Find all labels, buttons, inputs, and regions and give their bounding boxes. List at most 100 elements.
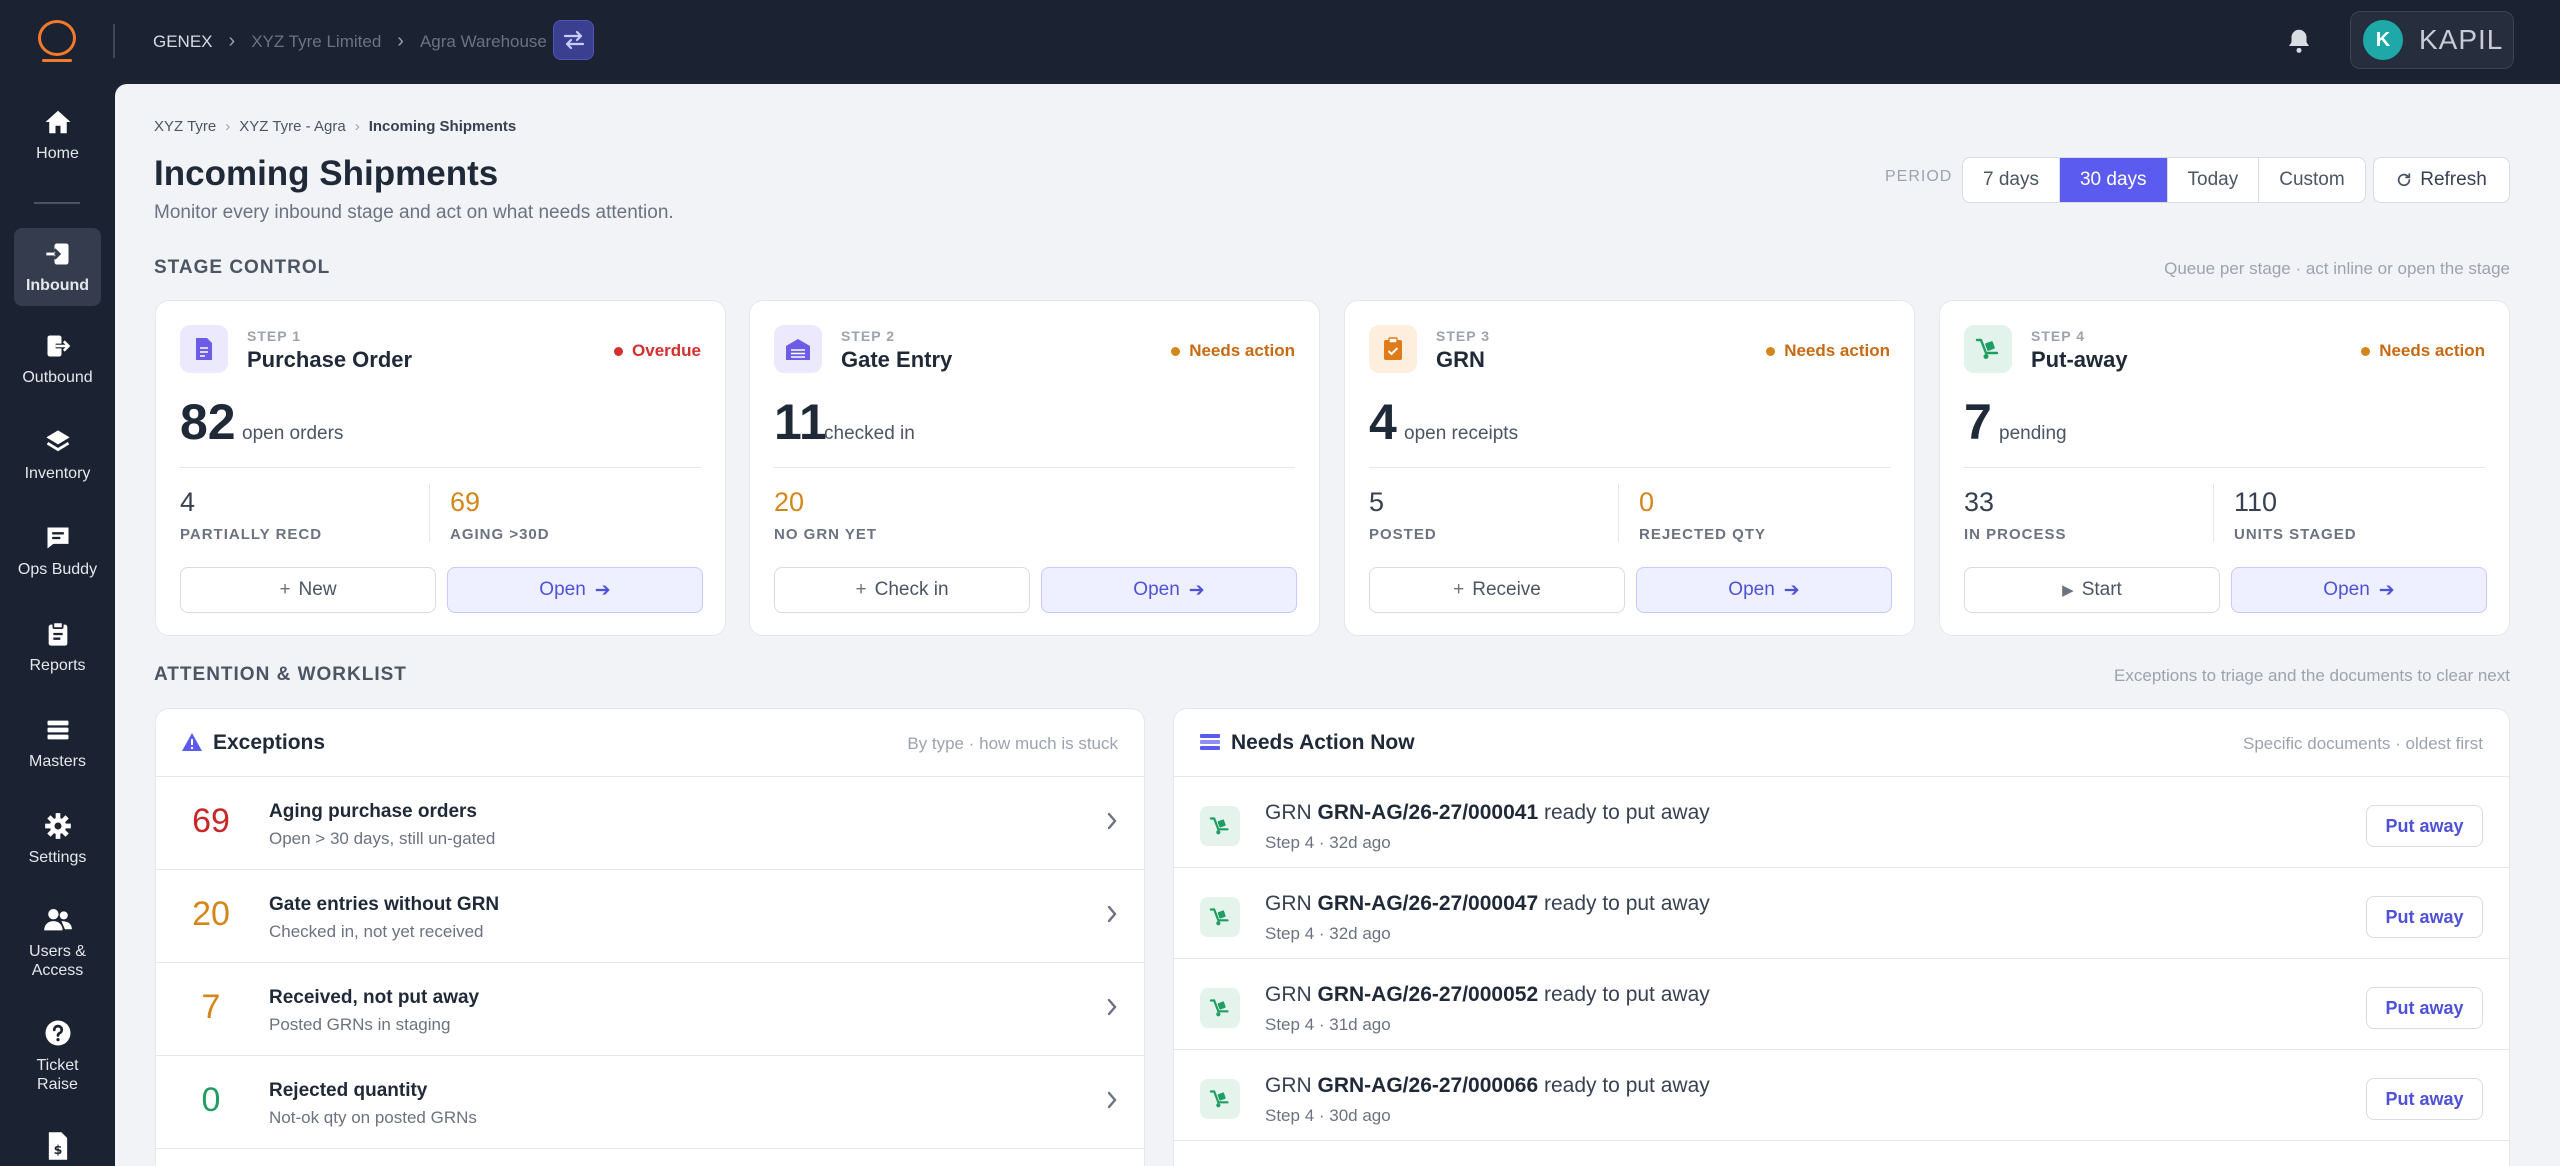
period-option-30-days[interactable]: 30 days [2059,158,2168,202]
action-row[interactable]: GRN GRN-AG/26-27/000066 ready to put awa… [1174,1050,2509,1141]
chevron-right-icon [1107,905,1117,923]
metric-aging: 69 AGING >30D [450,487,550,543]
action-meta: Step 4 · 30d ago [1265,1106,1391,1125]
period-label: PERIOD [1885,168,1953,185]
status-badge: Needs action [2361,341,2485,361]
needs-action-panel: Needs Action Now Specific documents · ol… [1173,708,2510,1166]
receive-button[interactable]: + Receive [1369,567,1625,613]
put-away-button[interactable]: Put away [2366,896,2483,938]
help-icon [45,1020,70,1046]
breadcrumb-item[interactable]: XYZ Tyre [154,118,216,135]
step-number: STEP 2 [841,328,895,344]
status-badge: Overdue [614,341,701,361]
task-list-icon [1200,734,1220,750]
sidebar-item-label: Users & Access [29,943,86,979]
status-badge: Needs action [1171,341,1295,361]
exception-row-aging-po[interactable]: 69 Aging purchase orders Open > 30 days,… [156,777,1144,870]
breadcrumb-item[interactable]: XYZ Tyre - Agra [239,118,345,135]
period-option-today[interactable]: Today [2168,158,2260,202]
refresh-button[interactable]: Refresh [2373,157,2510,203]
put-away-button[interactable]: Put away [2366,805,2483,847]
period-option-7-days[interactable]: 7 days [1963,158,2060,202]
sidebar-item-outbound[interactable]: Outbound [14,332,101,402]
open-gate-entry-button[interactable]: Open ➔ [1041,567,1297,613]
section-hint-stage-control: Queue per stage · act inline or open the… [2164,259,2510,278]
topbar-divider [113,24,115,58]
open-grn-button[interactable]: Open ➔ [1636,567,1892,613]
action-description: GRN GRN-AG/26-27/000041 ready to put awa… [1265,801,1710,824]
action-row[interactable]: GRN GRN-AG/26-27/000041 ready to put awa… [1174,777,2509,868]
action-description: GRN GRN-AG/26-27/000066 ready to put awa… [1265,1074,1710,1097]
exception-count: 0 [201,1081,221,1119]
sidebar-item-billing[interactable]: $ [14,1130,101,1166]
action-description: GRN GRN-AG/26-27/000047 ready to put awa… [1265,892,1710,915]
stage-name: Gate Entry [841,347,953,372]
document-number: GRN-AG/26-27/000041 [1317,801,1539,824]
exception-subtitle: Open > 30 days, still un-gated [269,829,496,848]
dolly-icon [1200,897,1240,937]
org-crumb-company[interactable]: GENEX [153,32,213,52]
sidebar-item-users-access[interactable]: Users & Access [14,906,101,994]
user-menu[interactable]: K KAPIL [2350,11,2514,69]
document-number: GRN-AG/26-27/000047 [1317,892,1539,915]
dolly-icon [1200,1079,1240,1119]
action-row[interactable]: GRN GRN-AG/26-27/000052 ready to put awa… [1174,959,2509,1050]
stage-count: 82 [180,394,236,450]
sidebar-item-ticket-raise[interactable]: Ticket Raise [14,1018,101,1106]
exception-row-not-put-away[interactable]: 7 Received, not put away Posted GRNs in … [156,963,1144,1056]
action-row[interactable]: GRN GRN-AG/26-27/000047 ready to put awa… [1174,868,2509,959]
exception-row-gate-without-grn[interactable]: 20 Gate entries without GRN Checked in, … [156,870,1144,963]
put-away-button[interactable]: Put away [2366,987,2483,1029]
chat-icon [47,527,68,549]
switch-context-button[interactable] [553,20,594,60]
refresh-icon [2398,173,2411,187]
stage-name: Purchase Order [247,347,413,372]
sidebar-item-label: Home [36,145,79,162]
put-away-button[interactable]: Put away [2366,1078,2483,1120]
warehouse-gate-icon [774,325,822,373]
sidebar-item-settings[interactable]: Settings [14,812,101,882]
new-po-button[interactable]: + New [180,567,436,613]
document-icon [180,325,228,373]
check-in-button[interactable]: + Check in [774,567,1030,613]
stage-count: 7 [1964,394,1992,450]
sidebar-item-masters[interactable]: Masters [14,716,101,786]
home-icon [45,110,70,134]
sidebar-item-ops-buddy[interactable]: Ops Buddy [14,524,101,594]
chevron-right-icon: › [225,118,231,135]
notifications-bell-icon[interactable] [2284,26,2314,56]
arrow-right-icon: ➔ [1188,579,1205,601]
sidebar-item-inbound[interactable]: Inbound [14,228,101,306]
stage-card-grn[interactable]: STEP 3 GRN Needs action 4 open receipts … [1344,300,1915,636]
org-crumb-warehouse[interactable]: Agra Warehouse [420,32,547,52]
open-purchase-order-button[interactable]: Open ➔ [447,567,703,613]
panel-hint: Specific documents · oldest first [2243,734,2483,753]
stage-count: 11 [774,394,827,450]
sidebar-item-home[interactable]: Home [14,108,101,178]
sidebar-item-inventory[interactable]: Inventory [14,428,101,498]
sidebar-item-label: Inbound [25,277,90,294]
period-option-custom[interactable]: Custom [2259,158,2364,202]
stage-count-label: open receipts [1404,423,1519,444]
app-logo[interactable] [38,20,76,62]
avatar: K [2363,20,2403,60]
metric-units-staged: 110 UNITS STAGED [2234,487,2357,543]
metric-divider [2213,484,2214,542]
start-put-away-button[interactable]: ▶ Start [1964,567,2220,613]
chevron-right-icon: › [228,30,236,52]
stage-card-gate-entry[interactable]: STEP 2 Gate Entry Needs action 11 checke… [749,300,1320,636]
sidebar-item-reports[interactable]: Reports [14,620,101,690]
arrow-right-icon: ➔ [2378,579,2395,601]
page-title: Incoming Shipments [154,154,499,193]
play-icon: ▶ [2062,582,2074,599]
period-selector: 7 days 30 days Today Custom [1962,157,2366,203]
org-crumb-entity[interactable]: XYZ Tyre Limited [251,32,381,52]
open-put-away-button[interactable]: Open ➔ [2231,567,2487,613]
stage-card-purchase-order[interactable]: STEP 1 Purchase Order Overdue 82 open or… [155,300,726,636]
stage-card-put-away[interactable]: STEP 4 Put-away Needs action 7 pending 3… [1939,300,2510,636]
action-meta: Step 4 · 32d ago [1265,833,1391,852]
outbound-icon [47,335,72,357]
exception-row-rejected-qty[interactable]: 0 Rejected quantity Not-ok qty on posted… [156,1056,1144,1149]
exception-subtitle: Posted GRNs in staging [269,1015,451,1034]
exception-subtitle: Checked in, not yet received [269,922,484,941]
